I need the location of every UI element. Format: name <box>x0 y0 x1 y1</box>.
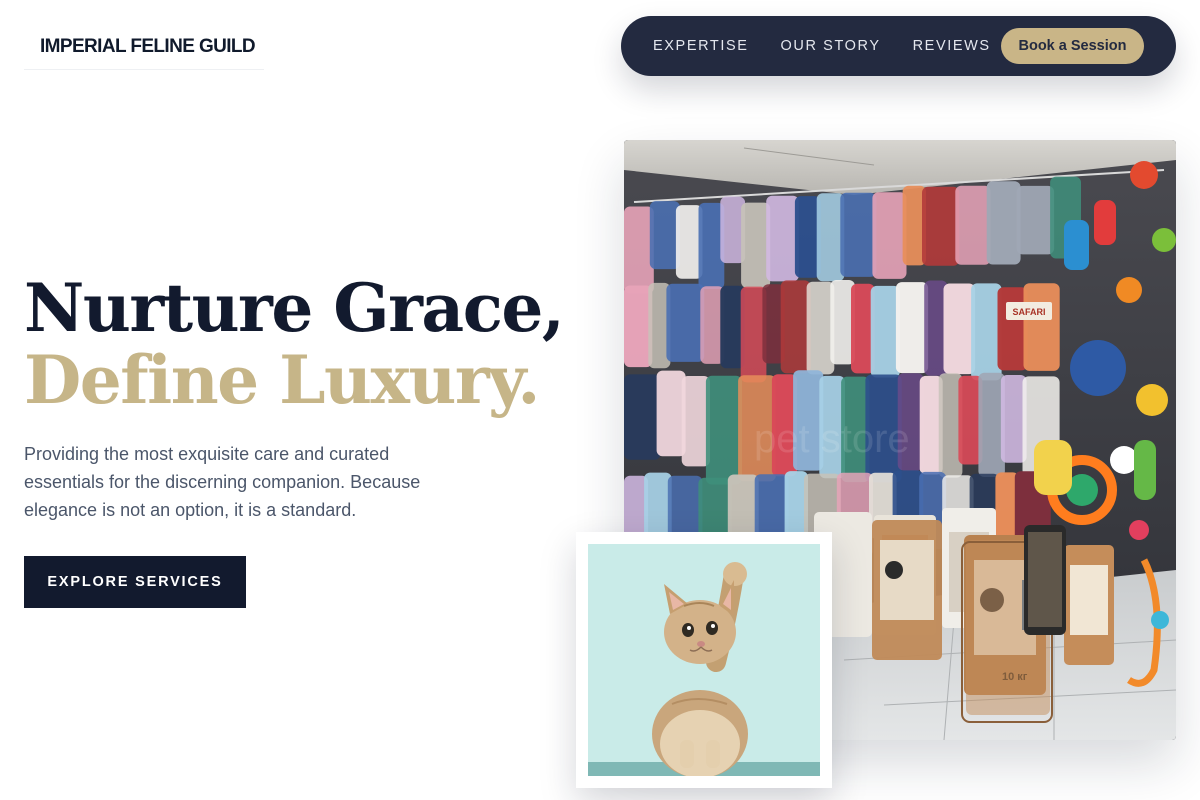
nav-link-our-story[interactable]: OUR STORY <box>781 38 881 54</box>
svg-text:pet store: pet store <box>754 417 910 461</box>
nav-link-expertise[interactable]: EXPERTISE <box>653 38 749 54</box>
hanging-garment <box>1016 185 1055 255</box>
hanging-garment <box>971 283 1002 381</box>
book-session-button[interactable]: Book a Session <box>1001 28 1144 64</box>
hanging-garment <box>624 285 653 368</box>
hanging-garment <box>681 376 710 467</box>
kitten-photo <box>588 544 820 776</box>
hanging-garment <box>943 283 976 375</box>
hanging-garment <box>870 285 900 378</box>
hanging-garment <box>872 192 907 279</box>
hanging-garment <box>766 195 799 282</box>
hanging-garment <box>895 282 929 374</box>
hanging-garment <box>986 181 1021 265</box>
hanging-garment <box>1023 283 1060 371</box>
hanging-garment <box>955 185 991 265</box>
hanging-garment <box>649 201 680 270</box>
hanging-garment <box>705 375 742 485</box>
hanging-garment <box>666 283 705 362</box>
cat-photo-frame <box>576 532 832 788</box>
hero-headline: Nurture Grace, Define Luxury. <box>24 272 604 416</box>
hanging-garment <box>997 287 1028 371</box>
hanging-garment <box>806 281 835 375</box>
store-sign-text: SAFARI <box>1012 307 1045 317</box>
hanging-garment <box>840 192 877 277</box>
hanging-garment <box>624 206 654 294</box>
hanging-garment <box>816 193 845 282</box>
main-nav: EXPERTISE OUR STORY REVIEWS Book a Sessi… <box>621 16 1176 76</box>
explore-services-button[interactable]: EXPLORE SERVICES <box>24 556 246 608</box>
hanging-garment <box>922 186 960 266</box>
brand-logo[interactable]: IMPERIAL FELINE GUILD <box>24 24 264 70</box>
hero-headline-line2: Define Luxury. <box>24 341 540 419</box>
hanging-garment <box>780 280 811 374</box>
hanging-garment <box>624 374 661 460</box>
hanging-garment <box>741 202 771 288</box>
hanging-garment <box>656 370 686 457</box>
hero-description: Providing the most exquisite care and cu… <box>24 444 421 520</box>
nav-link-reviews[interactable]: REVIEWS <box>913 38 991 54</box>
hero-headline-line1: Nurture Grace, <box>24 269 565 347</box>
